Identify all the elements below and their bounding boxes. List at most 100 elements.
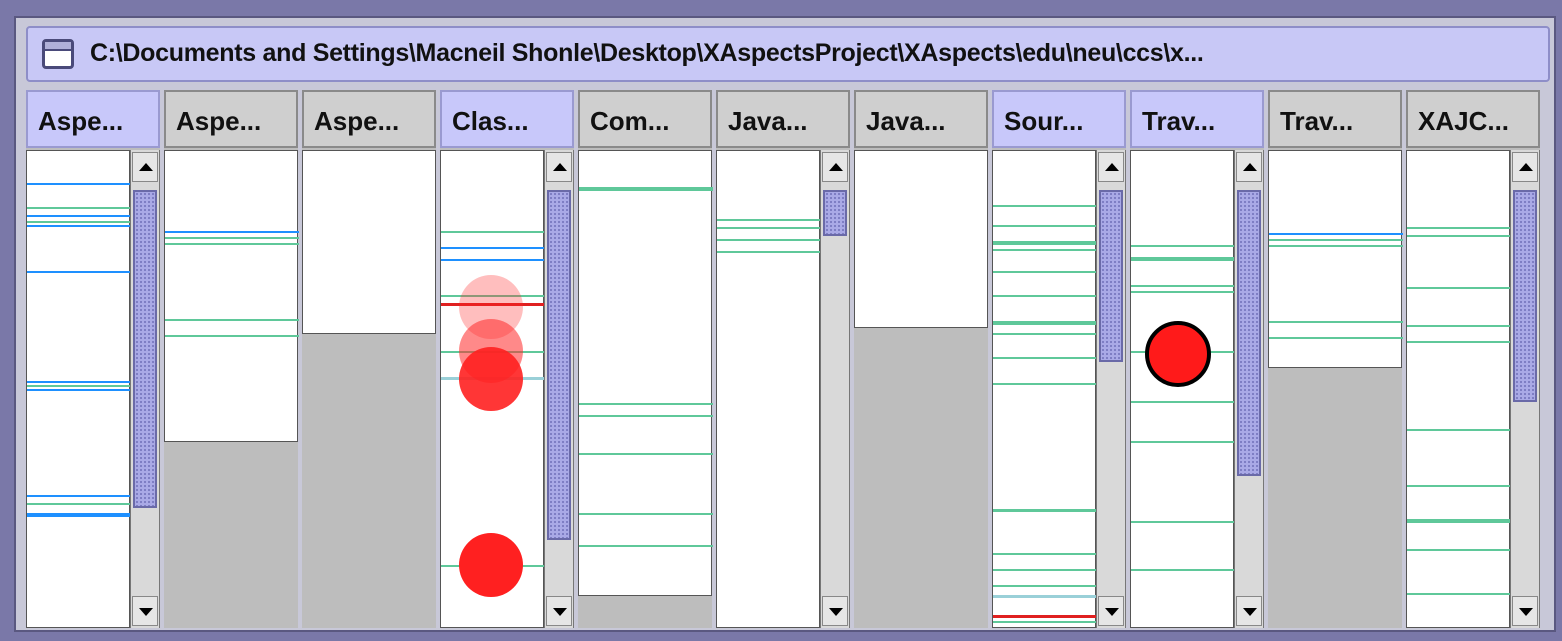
active-marker[interactable] xyxy=(459,347,523,411)
scroll-up-arrow-icon[interactable] xyxy=(822,152,848,182)
file-overview[interactable] xyxy=(854,150,988,328)
vertical-scrollbar[interactable] xyxy=(1510,150,1540,628)
scroll-thumb[interactable] xyxy=(1237,190,1261,476)
match-line xyxy=(1407,325,1511,327)
file-column-8[interactable]: Sour... xyxy=(992,90,1126,628)
column-body-3[interactable] xyxy=(302,150,436,628)
active-marker[interactable] xyxy=(459,533,523,597)
file-overview[interactable] xyxy=(1130,150,1235,628)
match-line xyxy=(27,389,131,391)
file-column-7[interactable]: Java... xyxy=(854,90,988,628)
match-line xyxy=(27,513,131,517)
scroll-thumb[interactable] xyxy=(823,190,847,236)
column-header-3[interactable]: Aspe... xyxy=(302,90,436,148)
file-column-11[interactable]: XAJC... xyxy=(1406,90,1540,628)
column-body-5[interactable] xyxy=(578,150,713,628)
scroll-down-arrow-icon[interactable] xyxy=(546,596,572,626)
vertical-scrollbar[interactable] xyxy=(544,150,574,628)
column-header-10[interactable]: Trav... xyxy=(1268,90,1402,148)
match-line xyxy=(27,381,131,383)
vertical-scrollbar[interactable] xyxy=(820,150,850,628)
column-header-2[interactable]: Aspe... xyxy=(164,90,298,148)
file-overview[interactable] xyxy=(578,150,713,596)
scroll-thumb[interactable] xyxy=(133,190,157,508)
column-header-6[interactable]: Java... xyxy=(716,90,850,148)
scroll-down-arrow-icon[interactable] xyxy=(132,596,158,626)
match-line xyxy=(27,221,131,223)
file-column-6[interactable]: Java... xyxy=(716,90,850,628)
column-body-7[interactable] xyxy=(854,150,988,628)
column-body-1[interactable] xyxy=(26,150,160,628)
column-header-1[interactable]: Aspe... xyxy=(26,90,160,148)
match-line xyxy=(27,495,131,497)
file-column-10[interactable]: Trav... xyxy=(1268,90,1403,628)
match-line xyxy=(1131,257,1235,261)
file-overview[interactable] xyxy=(440,150,545,628)
file-overview[interactable] xyxy=(302,150,436,334)
scroll-down-arrow-icon[interactable] xyxy=(1236,596,1262,626)
match-line xyxy=(579,453,713,455)
column-header-9[interactable]: Trav... xyxy=(1130,90,1264,148)
file-overview[interactable] xyxy=(164,150,299,442)
scroll-up-arrow-icon[interactable] xyxy=(1512,152,1538,182)
scroll-down-arrow-icon[interactable] xyxy=(822,596,848,626)
match-line xyxy=(717,227,821,229)
scroll-up-arrow-icon[interactable] xyxy=(132,152,158,182)
match-line xyxy=(579,545,713,547)
column-header-5[interactable]: Com... xyxy=(578,90,712,148)
column-body-10[interactable] xyxy=(1268,150,1403,628)
match-line xyxy=(1131,569,1235,571)
vertical-scrollbar[interactable] xyxy=(130,150,160,628)
match-line xyxy=(993,509,1097,512)
file-column-3[interactable]: Aspe... xyxy=(302,90,436,628)
file-overview[interactable] xyxy=(1268,150,1403,368)
match-line xyxy=(1407,287,1511,289)
scroll-down-arrow-icon[interactable] xyxy=(1512,596,1538,626)
selected-marker[interactable] xyxy=(1145,321,1211,387)
column-header-11[interactable]: XAJC... xyxy=(1406,90,1540,148)
column-header-8[interactable]: Sour... xyxy=(992,90,1126,148)
column-header-7[interactable]: Java... xyxy=(854,90,988,148)
match-line xyxy=(993,249,1097,251)
scroll-thumb[interactable] xyxy=(1513,190,1537,402)
file-column-5[interactable]: Com... xyxy=(578,90,713,628)
window-icon[interactable] xyxy=(42,39,74,69)
scroll-up-arrow-icon[interactable] xyxy=(1236,152,1262,182)
file-overview[interactable] xyxy=(26,150,131,628)
match-line xyxy=(1131,245,1235,247)
file-overview[interactable] xyxy=(992,150,1097,628)
file-column-2[interactable]: Aspe... xyxy=(164,90,299,628)
match-line xyxy=(27,183,131,185)
vertical-scrollbar[interactable] xyxy=(1096,150,1126,628)
scroll-up-arrow-icon[interactable] xyxy=(546,152,572,182)
match-line xyxy=(27,207,131,209)
column-body-4[interactable] xyxy=(440,150,574,628)
file-column-1[interactable]: Aspe... xyxy=(26,90,160,628)
match-line xyxy=(993,357,1097,359)
file-overview[interactable] xyxy=(1406,150,1511,628)
column-body-2[interactable] xyxy=(164,150,299,628)
column-body-6[interactable] xyxy=(716,150,850,628)
file-column-4[interactable]: Clas... xyxy=(440,90,574,628)
match-line xyxy=(1407,429,1511,431)
match-line xyxy=(993,295,1097,297)
match-line xyxy=(1269,337,1403,339)
vertical-scrollbar[interactable] xyxy=(1234,150,1264,628)
column-body-9[interactable] xyxy=(1130,150,1264,628)
scroll-up-arrow-icon[interactable] xyxy=(1098,152,1124,182)
match-line xyxy=(27,215,131,217)
match-line xyxy=(27,225,131,227)
scroll-thumb[interactable] xyxy=(1099,190,1123,362)
file-overview[interactable] xyxy=(716,150,821,628)
title-bar[interactable]: C:\Documents and Settings\Macneil Shonle… xyxy=(26,26,1550,82)
scroll-down-arrow-icon[interactable] xyxy=(1098,596,1124,626)
column-header-4[interactable]: Clas... xyxy=(440,90,574,148)
scroll-thumb[interactable] xyxy=(547,190,571,540)
file-column-9[interactable]: Trav... xyxy=(1130,90,1264,628)
column-body-11[interactable] xyxy=(1406,150,1540,628)
column-body-8[interactable] xyxy=(992,150,1126,628)
match-line xyxy=(165,243,299,245)
match-line xyxy=(441,247,545,249)
match-line xyxy=(1407,227,1511,229)
match-line xyxy=(165,231,299,233)
